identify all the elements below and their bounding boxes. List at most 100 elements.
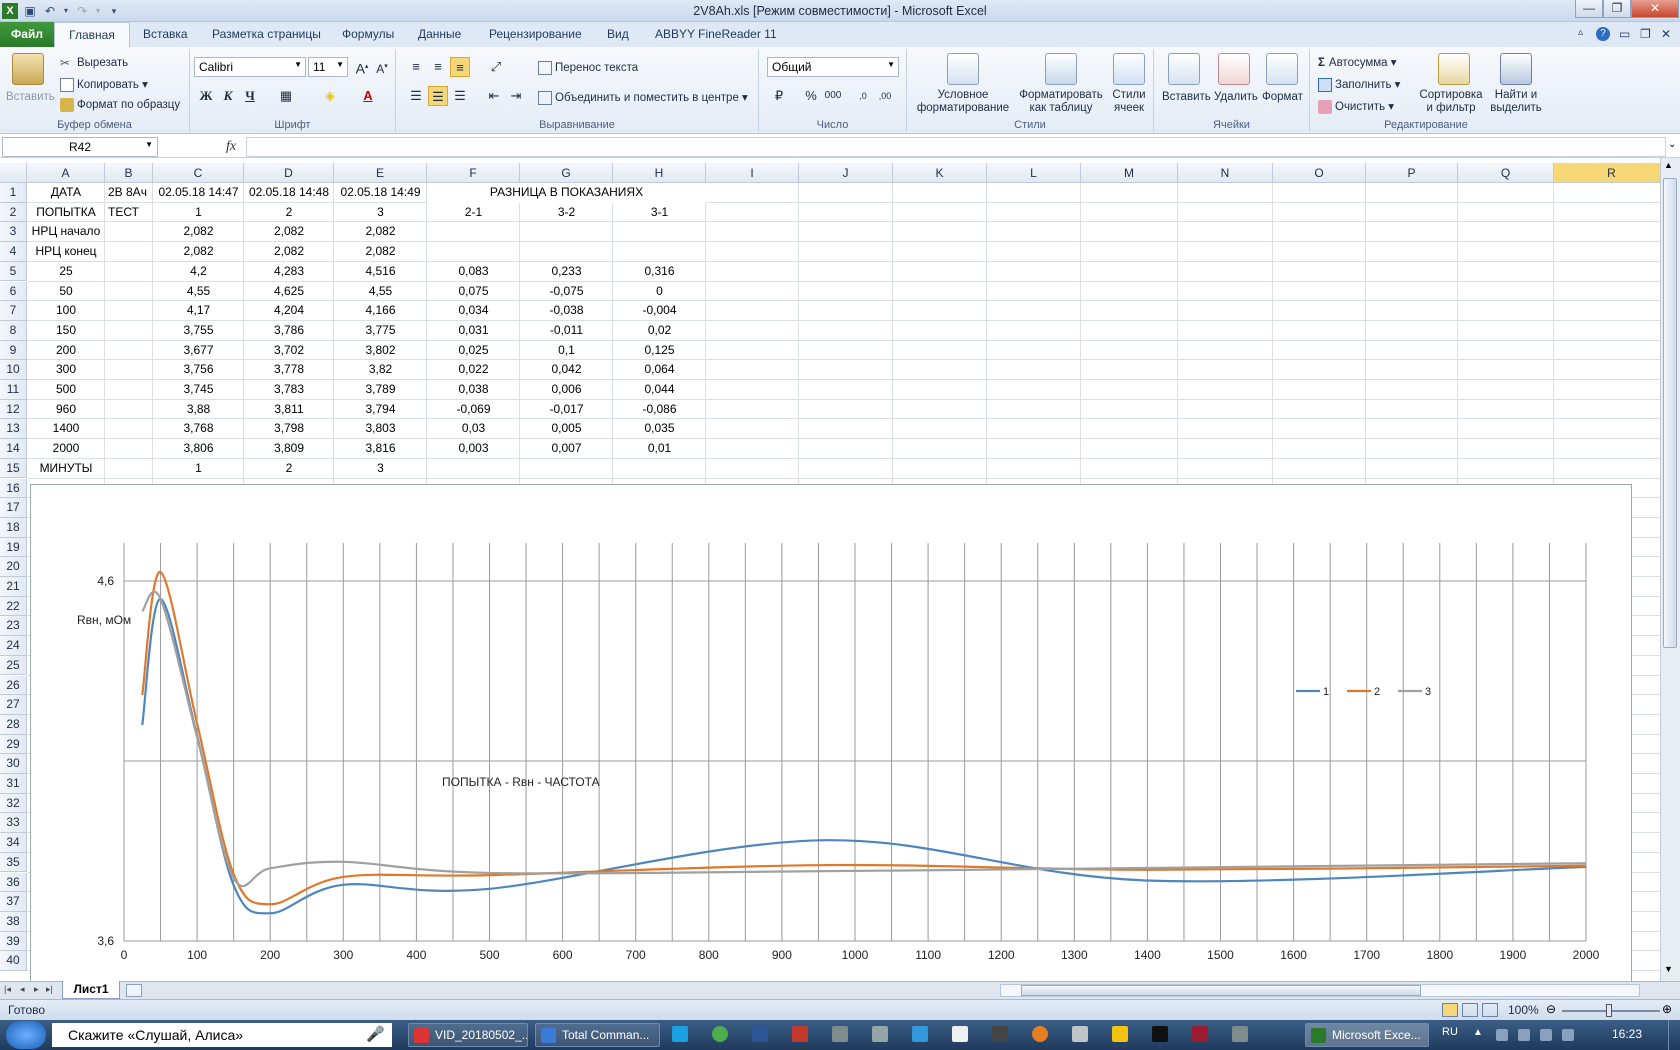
cell-C2[interactable]: 1	[153, 203, 244, 223]
column-header-I[interactable]: I	[706, 163, 799, 183]
cell-C1[interactable]: 02.05.18 14:47	[153, 183, 244, 203]
row-header-30[interactable]: 30	[0, 754, 27, 774]
sort-filter-icon[interactable]	[1438, 53, 1470, 85]
expand-formula-icon[interactable]: ⌄	[1668, 139, 1676, 150]
row-header-11[interactable]: 11	[0, 380, 27, 400]
restore-button[interactable]: ❐	[1603, 0, 1631, 18]
cell-A1[interactable]: ДАТА	[27, 183, 105, 203]
sheet-tab-list1[interactable]: Лист1	[62, 981, 120, 999]
borders-icon[interactable]: ▦	[276, 86, 296, 106]
cell-A9[interactable]: 200	[27, 341, 105, 361]
column-header-D[interactable]: D	[244, 163, 334, 183]
row-header-5[interactable]: 5	[0, 261, 27, 282]
taskbar-item-excel[interactable]: Microsoft Exce...	[1305, 1023, 1429, 1047]
cell-G13[interactable]: 0,005	[520, 419, 613, 439]
merge-center-button[interactable]: Объединить и поместить в центре ▾	[538, 90, 748, 105]
row-header-24[interactable]: 24	[0, 636, 27, 656]
cell-D7[interactable]: 4,204	[244, 301, 334, 321]
clock[interactable]: 16:23	[1612, 1027, 1642, 1041]
app-maroon-icon[interactable]	[1192, 1026, 1208, 1042]
row-header-23[interactable]: 23	[0, 616, 27, 637]
tab-data[interactable]: Данные	[418, 27, 461, 41]
format-as-table-icon[interactable]	[1045, 53, 1077, 85]
network-icon[interactable]	[1540, 1029, 1552, 1041]
zoom-level[interactable]: 100%	[1508, 1003, 1539, 1017]
cell-H5[interactable]: 0,316	[613, 262, 706, 282]
row-header-38[interactable]: 38	[0, 911, 27, 932]
zoom-slider-thumb[interactable]	[1606, 1004, 1612, 1017]
column-header-G[interactable]: G	[520, 163, 613, 183]
cell-E6[interactable]: 4,55	[334, 282, 427, 302]
scroll-down-icon[interactable]: ▼	[1664, 964, 1673, 974]
cell-G7[interactable]: -0,038	[520, 301, 613, 321]
tab-page-layout[interactable]: Разметка страницы	[212, 27, 321, 41]
font-color-icon[interactable]: A	[358, 86, 378, 106]
vertical-scrollbar[interactable]: ▲ ▼	[1660, 158, 1680, 981]
cell-A12[interactable]: 960	[27, 400, 105, 420]
next-sheet-icon[interactable]: ▸	[34, 984, 39, 995]
formula-input[interactable]	[246, 137, 1666, 157]
app-gray-icon[interactable]	[832, 1026, 848, 1042]
zoom-in-icon[interactable]: ⊕	[1662, 1002, 1672, 1016]
find-select-button[interactable]: Найти и выделить	[1490, 89, 1542, 115]
column-header-C[interactable]: C	[153, 163, 244, 183]
row-header-27[interactable]: 27	[0, 695, 27, 715]
cell-F5[interactable]: 0,083	[427, 262, 520, 282]
copy-button[interactable]: Копировать ▾	[60, 77, 148, 92]
row-header-20[interactable]: 20	[0, 557, 27, 577]
cell-E8[interactable]: 3,775	[334, 321, 427, 341]
align-center-icon[interactable]: ☰	[428, 86, 448, 106]
grow-font-icon[interactable]: A▴	[352, 57, 372, 77]
decrease-indent-icon[interactable]: ⇤	[484, 86, 504, 106]
doc-minimize-icon[interactable]: ▭	[1619, 27, 1630, 41]
cell-F7[interactable]: 0,034	[427, 301, 520, 321]
row-header-10[interactable]: 10	[0, 360, 27, 380]
scroll-up-icon[interactable]: ▲	[1664, 160, 1673, 170]
horizontal-scrollbar[interactable]	[1000, 984, 1640, 997]
app-tool-icon[interactable]	[1072, 1026, 1088, 1042]
format-painter-button[interactable]: Формат по образцу	[60, 98, 180, 112]
app-orange-icon[interactable]	[1032, 1026, 1048, 1042]
row-header-4[interactable]: 4	[0, 242, 27, 262]
cell-G5[interactable]: 0,233	[520, 262, 613, 282]
cell-F1-merged-header[interactable]: РАЗНИЦА В ПОКАЗАНИЯХ	[427, 183, 706, 203]
italic-button[interactable]: К	[218, 86, 238, 106]
vertical-scroll-thumb[interactable]	[1663, 178, 1677, 648]
cell-D3[interactable]: 2,082	[244, 222, 334, 242]
insert-cells-button[interactable]: Вставить	[1162, 91, 1211, 103]
row-header-1[interactable]: 1	[0, 183, 27, 203]
cell-C12[interactable]: 3,88	[153, 400, 244, 420]
row-header-28[interactable]: 28	[0, 714, 27, 735]
paste-button[interactable]: Вставить	[6, 91, 55, 103]
first-sheet-icon[interactable]: |◂	[4, 984, 11, 995]
sort-filter-button[interactable]: Сортировка и фильтр	[1410, 89, 1492, 115]
cell-E15[interactable]: 3	[334, 459, 427, 479]
row-header-35[interactable]: 35	[0, 852, 27, 873]
cell-G9[interactable]: 0,1	[520, 341, 613, 361]
row-header-14[interactable]: 14	[0, 439, 27, 459]
language-indicator[interactable]: RU	[1442, 1026, 1458, 1038]
alice-search-box[interactable]: Скажите «Слушай, Алиса» 🎤	[52, 1023, 392, 1047]
cell-G14[interactable]: 0,007	[520, 439, 613, 459]
cell-H7[interactable]: -0,004	[613, 301, 706, 321]
cell-C10[interactable]: 3,756	[153, 360, 244, 380]
cell-H2[interactable]: 3-1	[613, 203, 706, 223]
fill-color-icon[interactable]: ◈	[320, 86, 340, 106]
name-box[interactable]: R42 ▼	[2, 137, 158, 157]
cell-H11[interactable]: 0,044	[613, 380, 706, 400]
cell-D13[interactable]: 3,798	[244, 419, 334, 439]
column-header-Q[interactable]: Q	[1458, 163, 1554, 183]
insert-sheet-icon[interactable]	[126, 984, 142, 997]
row-header-33[interactable]: 33	[0, 813, 27, 834]
cell-H9[interactable]: 0,125	[613, 341, 706, 361]
cell-C14[interactable]: 3,806	[153, 439, 244, 459]
app-black-icon[interactable]	[1152, 1026, 1168, 1042]
row-header-39[interactable]: 39	[0, 931, 27, 952]
increase-indent-icon[interactable]: ⇥	[506, 86, 526, 106]
close-button[interactable]: ✕	[1631, 0, 1679, 18]
cell-E12[interactable]: 3,794	[334, 400, 427, 420]
app-white-icon[interactable]	[952, 1026, 968, 1042]
cell-A4[interactable]: НРЦ конец	[27, 242, 105, 262]
shrink-font-icon[interactable]: A▾	[372, 57, 392, 77]
cell-styles-icon[interactable]	[1113, 53, 1145, 85]
